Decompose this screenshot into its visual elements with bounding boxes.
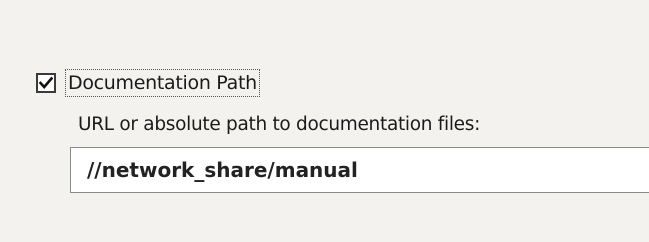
documentation-path-option[interactable]: Documentation Path bbox=[36, 68, 260, 98]
documentation-path-label[interactable]: Documentation Path bbox=[65, 69, 260, 97]
documentation-path-input[interactable] bbox=[70, 147, 649, 193]
panel-content: Documentation Path URL or absolute path … bbox=[0, 0, 649, 242]
documentation-path-description: URL or absolute path to documentation fi… bbox=[78, 114, 481, 135]
documentation-path-checkbox[interactable] bbox=[36, 73, 56, 93]
check-icon bbox=[39, 76, 53, 89]
settings-panel: Documentation Path URL or absolute path … bbox=[0, 0, 649, 242]
